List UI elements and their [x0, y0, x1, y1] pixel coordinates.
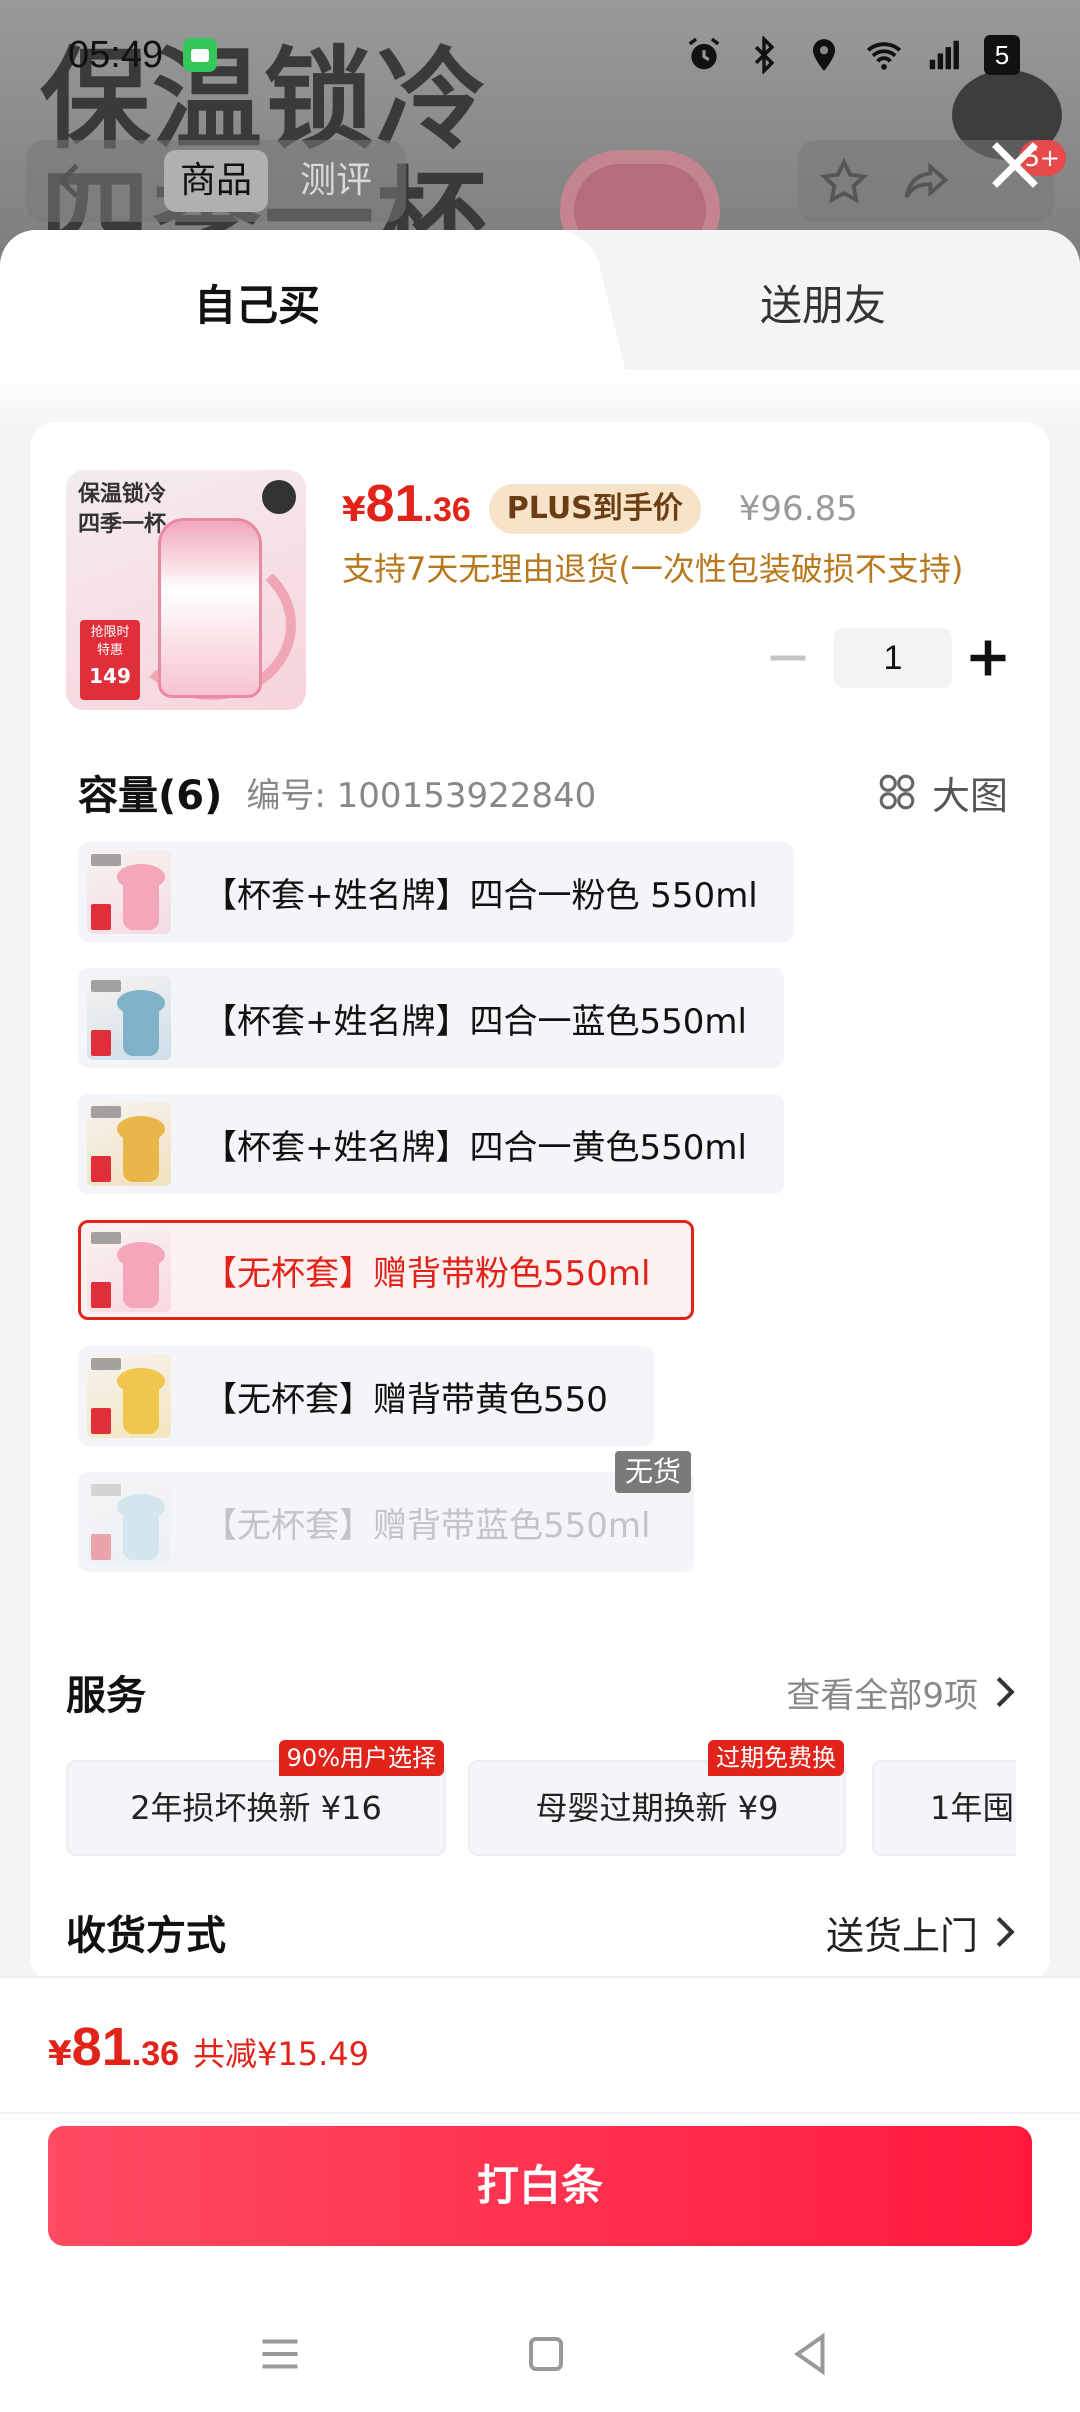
total-decimal: .36 [131, 2035, 180, 2073]
status-icons: 5 [684, 35, 1020, 75]
total-integer: 81 [71, 2017, 132, 2077]
service-cards: 2年损坏换新 ¥16 90%用户选择 母婴过期换新 ¥9 过期免费换 1年囤 [66, 1740, 1016, 1856]
chevron-right-icon [996, 1676, 1015, 1708]
variant-label: 【无杯套】赠背带蓝色550ml [203, 1505, 651, 1546]
variant-header: 容量(6) 编号: 100153922840 大图 [78, 762, 1008, 822]
service-card-label: 1年囤 [930, 1789, 1015, 1827]
variant-option[interactable]: 【杯套+姓名牌】四合一黄色550ml [78, 1094, 784, 1194]
plus-price-badge: PLUS到手价 [488, 484, 701, 534]
promo-tag-price: 149 [89, 664, 131, 688]
variant-thumbnail [87, 1228, 171, 1312]
big-picture-label: 大图 [931, 773, 1008, 818]
services-view-all-link[interactable]: 查看全部9项 [786, 1668, 1016, 1717]
pay-with-baitiao-button[interactable]: 打白条 [48, 2126, 1032, 2246]
system-navigation-bar [0, 2324, 1080, 2384]
variant-label: 【杯套+姓名牌】四合一黄色550ml [203, 1127, 747, 1168]
checkout-bar: ¥ 81 .36 共减¥15.49 打白条 [0, 1976, 1080, 2412]
purchase-mode-tabs: 自己买 送朋友 [0, 230, 1080, 370]
message-app-icon [183, 38, 218, 72]
return-policy-note: 支持7天无理由退货(一次性包装破损不支持) [342, 550, 964, 588]
grid-view-icon [879, 774, 915, 810]
tab-review[interactable]: 测评 [284, 150, 388, 212]
out-of-stock-badge: 无货 [614, 1451, 691, 1493]
variant-label: 【杯套+姓名牌】四合一粉色 550ml [203, 875, 758, 916]
original-price: ¥96.85 [738, 489, 858, 529]
cellular-signal-icon [924, 35, 964, 75]
variant-option[interactable]: 【杯套+姓名牌】四合一蓝色550ml [78, 968, 784, 1068]
services-header: 服务 查看全部9项 [66, 1662, 1016, 1722]
service-card-tag: 90%用户选择 [278, 1740, 444, 1776]
total-savings: 共减¥15.49 [193, 2035, 369, 2073]
service-card[interactable]: 1年囤 [872, 1760, 1016, 1856]
increase-quantity-button[interactable] [958, 628, 1018, 688]
battery-icon: 5 [984, 35, 1020, 75]
back-icon[interactable] [780, 2324, 840, 2384]
menu-icon[interactable] [250, 2324, 310, 2384]
close-icon[interactable] [980, 130, 1050, 200]
brand-logo-icon [262, 480, 296, 514]
back-arrow-icon[interactable] [46, 158, 96, 204]
tab-product[interactable]: 商品 [164, 150, 269, 212]
shipping-method-value: 送货上门 [826, 1905, 1016, 1960]
price-integer: 81 [365, 475, 424, 533]
favorite-star-icon[interactable] [818, 156, 870, 208]
total-currency: ¥ [48, 2034, 72, 2074]
variant-label: 【杯套+姓名牌】四合一蓝色550ml [203, 1001, 747, 1042]
shipping-method-label: 送货上门 [825, 1913, 978, 1958]
bluetooth-icon [744, 35, 784, 75]
promo-tag: 抢限时 特惠 149 [80, 620, 140, 700]
services-title: 服务 [66, 1673, 146, 1719]
variant-option[interactable]: 【杯套+姓名牌】四合一粉色 550ml [78, 842, 794, 942]
quantity-stepper: 1 [758, 628, 1008, 688]
services-view-all-label: 查看全部9项 [786, 1675, 978, 1716]
total-price-row: ¥ 81 .36 共减¥15.49 [48, 2016, 369, 2078]
service-card-label: 母婴过期换新 ¥9 [535, 1789, 779, 1827]
big-picture-toggle[interactable]: 大图 [876, 765, 1008, 820]
location-icon [804, 35, 844, 75]
product-thumbnail[interactable]: 保温锁冷 四季一杯 抢限时 特惠 149 [66, 470, 306, 710]
alarm-icon [684, 35, 724, 75]
variant-option-selected[interactable]: 【无杯套】赠背带粉色550ml [78, 1220, 694, 1320]
variant-thumbnail [87, 1480, 171, 1564]
promo-tag-mid: 特惠 [96, 643, 123, 658]
divider [0, 2112, 1080, 2114]
variant-label: 【无杯套】赠背带粉色550ml [203, 1253, 651, 1294]
variant-thumbnail [87, 1354, 171, 1438]
shipping-method-row[interactable]: 收货方式 送货上门 [66, 1902, 1016, 1962]
product-code: 编号: 100153922840 [246, 775, 597, 816]
tab-buy-for-self-label[interactable]: 自己买 [194, 272, 320, 333]
chevron-right-icon [996, 1916, 1015, 1948]
promo-tag-top: 抢限时 [90, 625, 130, 640]
home-icon[interactable] [516, 2324, 576, 2384]
shipping-method-title: 收货方式 [66, 1913, 226, 1959]
status-bar: 05:49 5 [0, 0, 1080, 110]
variant-option-out-of-stock[interactable]: 【无杯套】赠背带蓝色550ml 无货 [78, 1451, 694, 1572]
price-decimal: .36 [423, 491, 471, 529]
product-nav-bar: 商品 测评 [0, 140, 1080, 230]
wifi-icon [864, 35, 904, 75]
service-card-tag: 过期免费换 [708, 1740, 844, 1776]
variant-label: 【无杯套】赠背带黄色550 [203, 1379, 608, 1420]
product-options-card: 保温锁冷 四季一杯 抢限时 特惠 149 ¥ 81 .36 PLUS到手价 ¥9… [30, 422, 1050, 1982]
share-icon[interactable] [898, 156, 954, 208]
service-card[interactable]: 2年损坏换新 ¥16 90%用户选择 [66, 1740, 446, 1856]
variant-thumbnail [87, 850, 171, 934]
variant-option[interactable]: 【无杯套】赠背带黄色550 [78, 1346, 654, 1446]
tab-gift-to-friend[interactable]: 送朋友 [760, 272, 886, 333]
decrease-quantity-button[interactable] [758, 628, 818, 688]
bottle-image [158, 518, 262, 698]
thumbnail-caption: 保温锁冷 四季一杯 [78, 480, 166, 540]
variant-thumbnail [87, 976, 171, 1060]
status-time: 05:49 [68, 33, 164, 76]
service-card[interactable]: 母婴过期换新 ¥9 过期免费换 [468, 1740, 846, 1856]
service-card-label: 2年损坏换新 ¥16 [130, 1789, 382, 1827]
price-row: ¥ 81 .36 PLUS到手价 ¥96.85 [342, 474, 858, 544]
thumbnail-caption-line-2: 四季一杯 [78, 512, 167, 537]
variant-title: 容量(6) [78, 773, 223, 819]
thumbnail-caption-line-1: 保温锁冷 [78, 482, 167, 507]
price-currency: ¥ [342, 490, 366, 530]
quantity-value[interactable]: 1 [834, 628, 952, 688]
variant-thumbnail [87, 1102, 171, 1186]
